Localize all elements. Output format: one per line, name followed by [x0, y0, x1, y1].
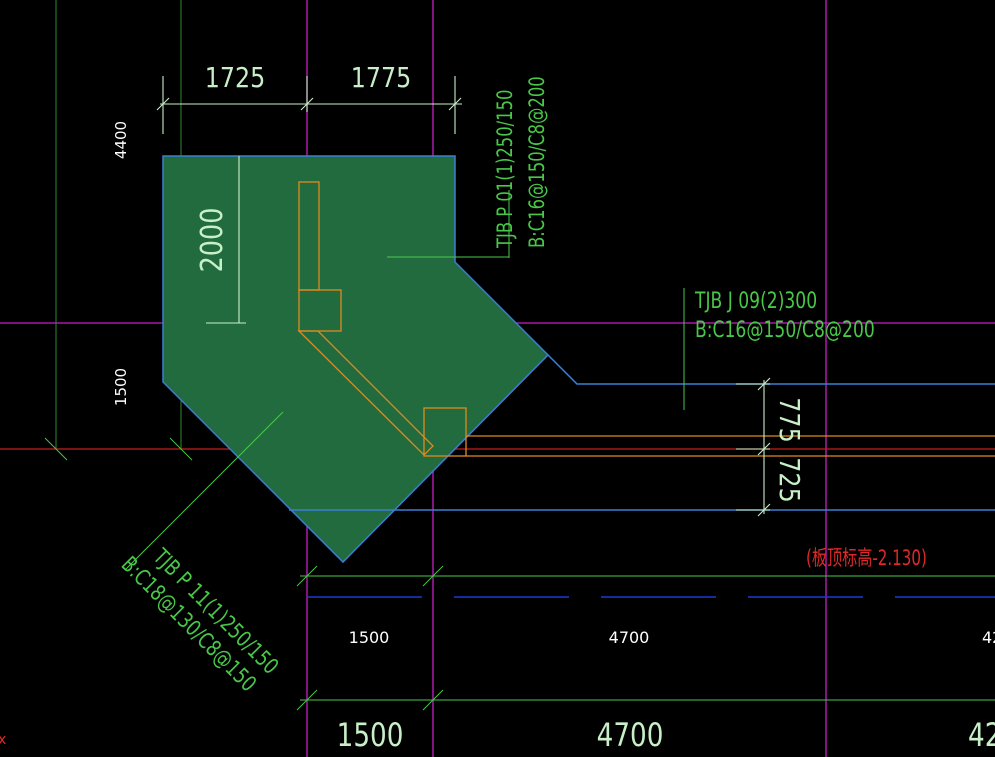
callout-right[interactable]: TJB J 09(2)300 B:C16@150/C8@200 — [694, 288, 875, 343]
corner-mark: x — [0, 732, 6, 748]
dim-top-label-2: 1775 — [351, 62, 412, 94]
dim-inner-vertical-label: 2000 — [194, 208, 230, 273]
dim-right-label-2: 725 — [772, 457, 804, 502]
dim-right-label-1: 775 — [772, 397, 804, 442]
axis-dim-small-1: 1500 — [349, 628, 390, 647]
axis-dim-small-2: 4700 — [609, 628, 650, 647]
elevation-note: (板顶标高-2.130) — [806, 547, 927, 571]
axis-dim-large-3: 42 — [968, 716, 995, 753]
callout-right-line2: B:C16@150/C8@200 — [695, 317, 875, 343]
callout-upper-right-line1: TJB P 01(1)250/150 — [494, 90, 517, 249]
dim-left-lower-label: 1500 — [112, 368, 130, 406]
axis-dim-small-3: 42 — [982, 628, 995, 647]
dim-left-upper-label: 4400 — [112, 121, 130, 159]
callout-upper-right[interactable]: TJB P 01(1)250/150 B:C16@150/C8@200 — [494, 76, 549, 249]
dim-top-label-1: 1725 — [205, 62, 266, 94]
axis-dim-large-2: 4700 — [597, 716, 664, 753]
cad-drawing-canvas[interactable]: 1725 1775 4400 1500 2000 775 725 TJB P 0… — [0, 0, 995, 757]
leader-lower-left — [124, 411, 284, 571]
slab-edge-upper-right — [547, 354, 995, 385]
callout-right-line1: TJB J 09(2)300 — [694, 288, 817, 314]
callout-upper-right-line2: B:C16@150/C8@200 — [526, 76, 549, 248]
callout-lower-left[interactable]: TJB P 11(1)250/150 B:C18@130/C8@150 — [116, 532, 283, 699]
axis-dim-large-1: 1500 — [337, 716, 404, 753]
